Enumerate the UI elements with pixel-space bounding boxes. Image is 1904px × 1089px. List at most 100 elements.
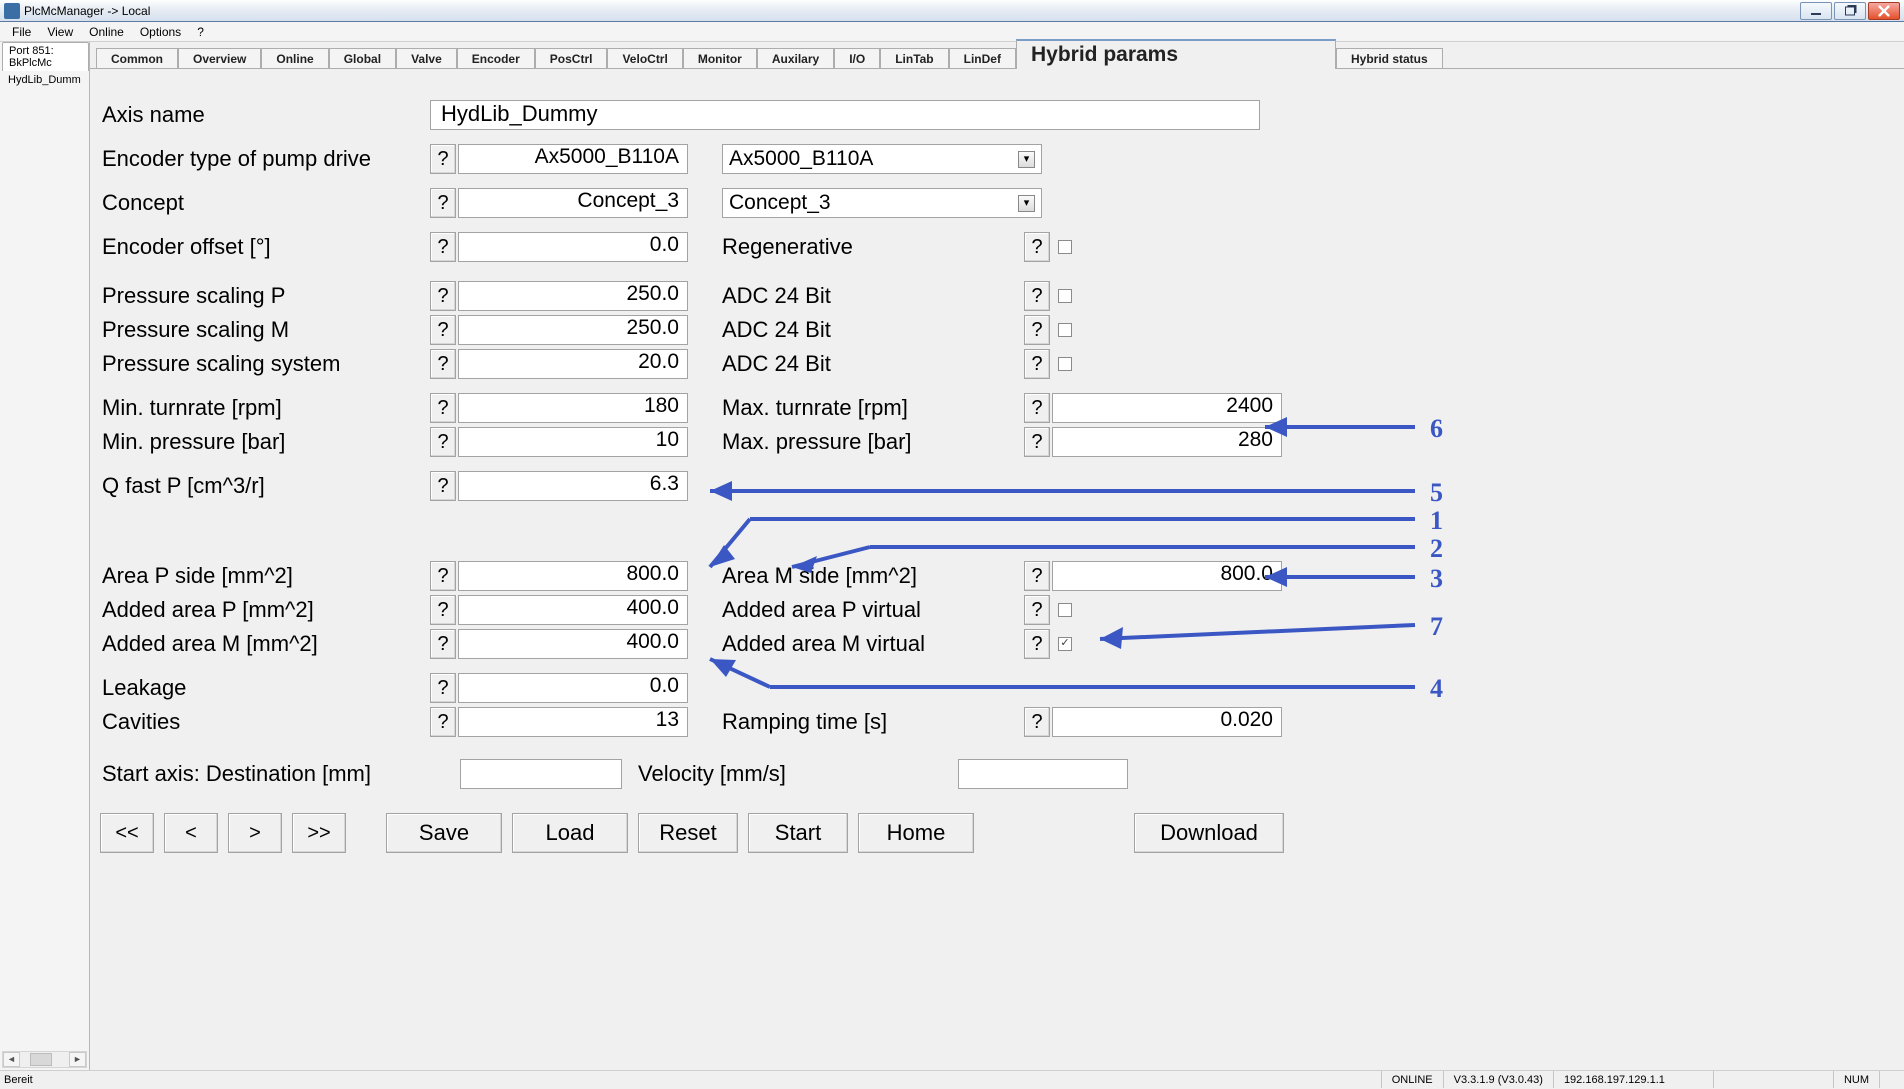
concept-input[interactable]: Concept_3 (458, 188, 688, 218)
encoder-offset-input[interactable]: 0.0 (458, 232, 688, 262)
qfast-input[interactable]: 6.3 (458, 471, 688, 501)
menu-help[interactable]: ? (189, 23, 212, 41)
help-adc-p[interactable]: ? (1024, 281, 1050, 311)
ramping-input[interactable]: 0.020 (1052, 707, 1282, 737)
nav-last-button[interactable]: >> (292, 813, 346, 853)
side-pane: Port 851: BkPlcMc HydLib_Dumm ◄ ► (0, 42, 90, 1070)
added-p-virt-checkbox[interactable] (1058, 603, 1072, 617)
nav-prev-button[interactable]: < (164, 813, 218, 853)
help-area-m[interactable]: ? (1024, 561, 1050, 591)
max-turn-input[interactable]: 2400 (1052, 393, 1282, 423)
tab-hybrid-status[interactable]: Hybrid status (1336, 48, 1443, 69)
help-added-p-virt[interactable]: ? (1024, 595, 1050, 625)
help-min-press[interactable]: ? (430, 427, 456, 457)
cavities-input[interactable]: 13 (458, 707, 688, 737)
minimize-button[interactable] (1800, 2, 1832, 20)
tab-global[interactable]: Global (329, 48, 396, 69)
tab-common[interactable]: Common (96, 48, 178, 69)
menu-bar: File View Online Options ? (0, 22, 1904, 42)
psp-input[interactable]: 250.0 (458, 281, 688, 311)
start-button[interactable]: Start (748, 813, 848, 853)
adc-sys-checkbox[interactable] (1058, 357, 1072, 371)
side-scrollbar[interactable]: ◄ ► (2, 1051, 87, 1068)
help-leakage[interactable]: ? (430, 673, 456, 703)
tab-overview[interactable]: Overview (178, 48, 261, 69)
tab-auxilary[interactable]: Auxilary (757, 48, 834, 69)
added-m-virt-checkbox[interactable]: ✓ (1058, 637, 1072, 651)
help-adc-m[interactable]: ? (1024, 315, 1050, 345)
nav-next-button[interactable]: > (228, 813, 282, 853)
nav-first-button[interactable]: << (100, 813, 154, 853)
tab-io[interactable]: I/O (834, 48, 880, 69)
start-axis-input[interactable] (460, 759, 622, 789)
encoder-type-input[interactable]: Ax5000_B110A (458, 144, 688, 174)
status-ready: Bereit (4, 1074, 33, 1086)
tab-encoder[interactable]: Encoder (457, 48, 535, 69)
menu-online[interactable]: Online (81, 23, 132, 41)
adc-p-checkbox[interactable] (1058, 289, 1072, 303)
area-p-input[interactable]: 800.0 (458, 561, 688, 591)
help-pssys[interactable]: ? (430, 349, 456, 379)
scroll-left-icon[interactable]: ◄ (3, 1052, 20, 1067)
help-ramping[interactable]: ? (1024, 707, 1050, 737)
tab-monitor[interactable]: Monitor (683, 48, 757, 69)
menu-options[interactable]: Options (132, 23, 189, 41)
save-button[interactable]: Save (386, 813, 502, 853)
concept-select[interactable]: Concept_3▾ (722, 188, 1042, 218)
velocity-input[interactable] (958, 759, 1128, 789)
download-button[interactable]: Download (1134, 813, 1284, 853)
help-min-turn[interactable]: ? (430, 393, 456, 423)
added-m-input[interactable]: 400.0 (458, 629, 688, 659)
help-psm[interactable]: ? (430, 315, 456, 345)
help-adc-sys[interactable]: ? (1024, 349, 1050, 379)
label-added-m-virt: Added area M virtual (722, 631, 1024, 657)
reset-button[interactable]: Reset (638, 813, 738, 853)
help-added-p[interactable]: ? (430, 595, 456, 625)
max-press-input[interactable]: 280 (1052, 427, 1282, 457)
tab-valve[interactable]: Valve (396, 48, 457, 69)
maximize-button[interactable] (1834, 2, 1866, 20)
scroll-right-icon[interactable]: ► (69, 1052, 86, 1067)
help-concept[interactable]: ? (430, 188, 456, 218)
adc-m-checkbox[interactable] (1058, 323, 1072, 337)
label-psp: Pressure scaling P (100, 283, 430, 309)
load-button[interactable]: Load (512, 813, 628, 853)
menu-view[interactable]: View (39, 23, 81, 41)
pssys-input[interactable]: 20.0 (458, 349, 688, 379)
leakage-input[interactable]: 0.0 (458, 673, 688, 703)
tab-lindef[interactable]: LinDef (949, 48, 1016, 69)
side-tab[interactable]: Port 851: BkPlcMc (2, 42, 89, 71)
tab-lintab[interactable]: LinTab (880, 48, 948, 69)
help-added-m-virt[interactable]: ? (1024, 629, 1050, 659)
label-added-p-virt: Added area P virtual (722, 597, 1024, 623)
help-encoder-type[interactable]: ? (430, 144, 456, 174)
help-max-turn[interactable]: ? (1024, 393, 1050, 423)
help-added-m[interactable]: ? (430, 629, 456, 659)
home-button[interactable]: Home (858, 813, 974, 853)
scroll-thumb[interactable] (30, 1053, 52, 1066)
regenerative-checkbox[interactable] (1058, 240, 1072, 254)
help-encoder-offset[interactable]: ? (430, 232, 456, 262)
area-m-input[interactable]: 800.0 (1052, 561, 1282, 591)
close-button[interactable] (1868, 2, 1900, 20)
help-max-press[interactable]: ? (1024, 427, 1050, 457)
side-item[interactable]: HydLib_Dumm (0, 71, 89, 86)
help-area-p[interactable]: ? (430, 561, 456, 591)
help-qfast[interactable]: ? (430, 471, 456, 501)
tab-veloctrl[interactable]: VeloCtrl (607, 48, 682, 69)
help-regenerative[interactable]: ? (1024, 232, 1050, 262)
min-turn-input[interactable]: 180 (458, 393, 688, 423)
tab-online[interactable]: Online (261, 48, 328, 69)
window-title: PlcMcManager -> Local (24, 4, 1800, 18)
title-bar: PlcMcManager -> Local (0, 0, 1904, 22)
min-press-input[interactable]: 10 (458, 427, 688, 457)
psm-input[interactable]: 250.0 (458, 315, 688, 345)
help-cavities[interactable]: ? (430, 707, 456, 737)
help-psp[interactable]: ? (430, 281, 456, 311)
added-p-input[interactable]: 400.0 (458, 595, 688, 625)
encoder-type-select[interactable]: Ax5000_B110A▾ (722, 144, 1042, 174)
tab-hybrid-params[interactable]: Hybrid params (1016, 39, 1336, 69)
axis-name-input[interactable]: HydLib_Dummy (430, 100, 1260, 130)
menu-file[interactable]: File (4, 23, 39, 41)
tab-posctrl[interactable]: PosCtrl (535, 48, 608, 69)
